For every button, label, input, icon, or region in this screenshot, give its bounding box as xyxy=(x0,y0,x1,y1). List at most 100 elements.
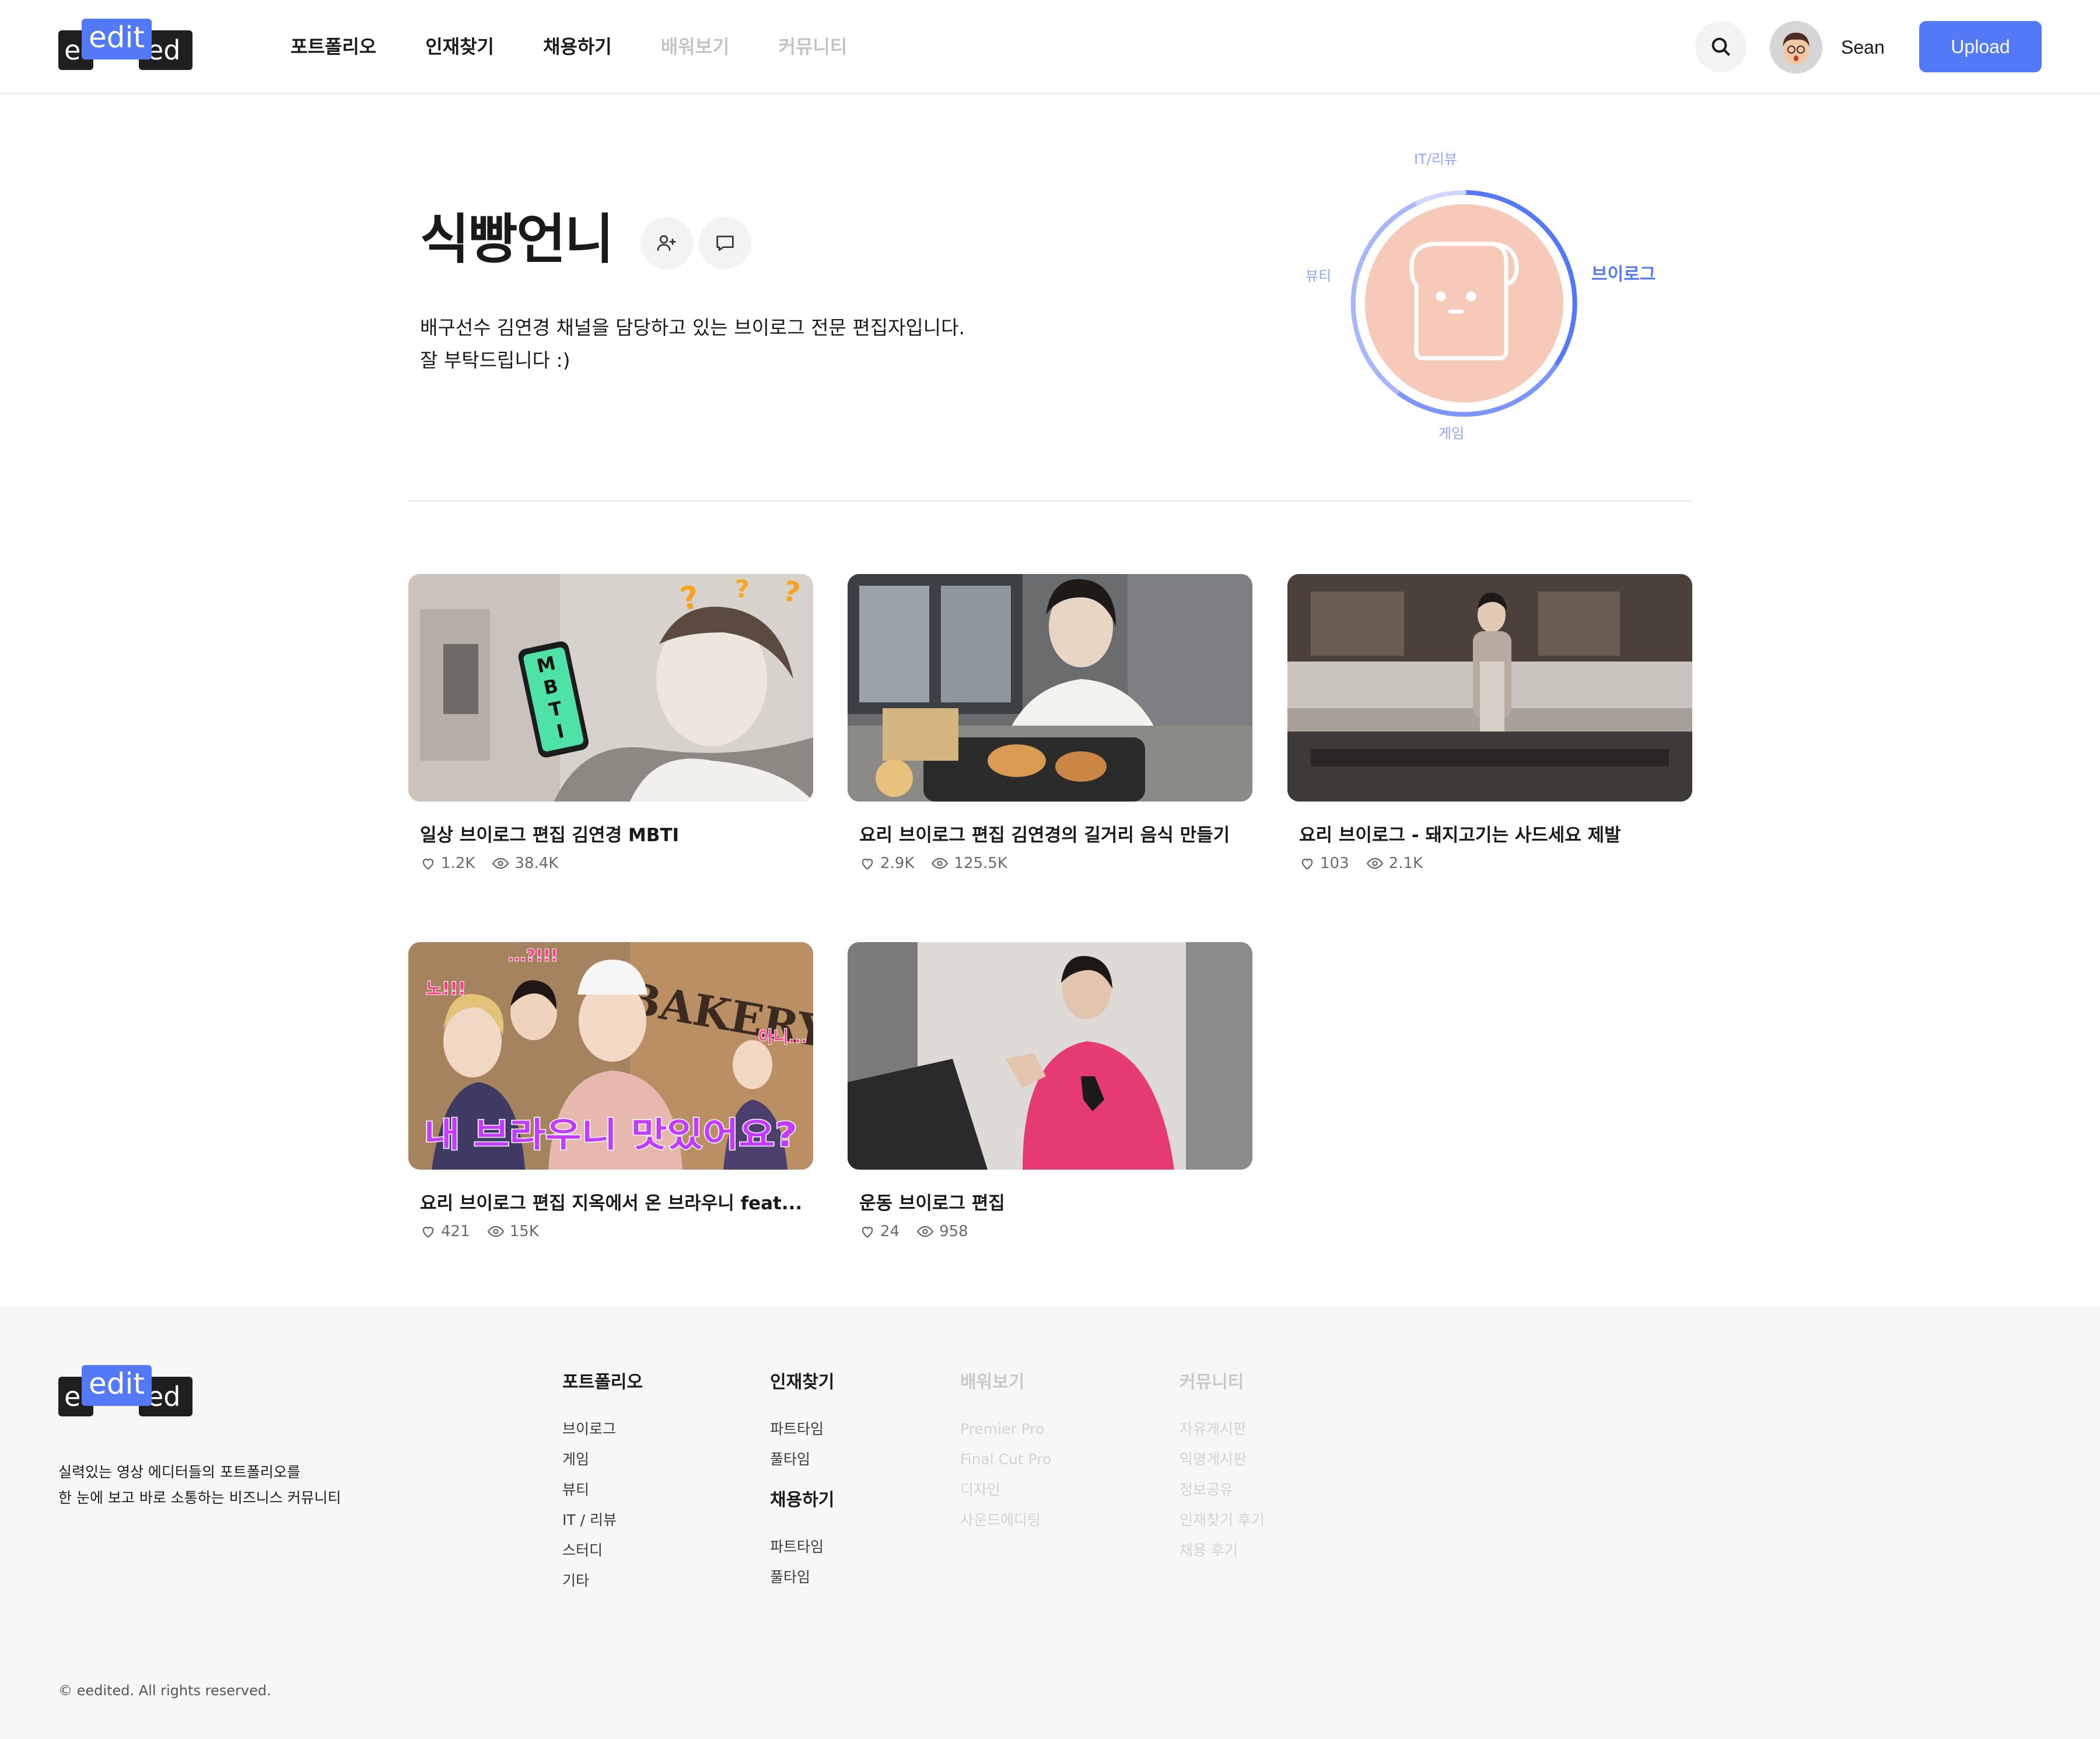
footer-link-hire-review[interactable]: 채용 후기 xyxy=(1180,1535,1265,1566)
video-title[interactable]: 운동 브이로그 편집 xyxy=(848,1191,1252,1216)
section-divider xyxy=(408,501,1693,502)
video-stats: 1.2K 38.4K xyxy=(408,852,813,875)
logo-edit: edit xyxy=(82,1365,152,1406)
category-vlog: 브이로그 xyxy=(1591,264,1656,285)
footer: e ed edit 실력있는 영상 에디터들의 포트폴리오를 한 눈에 보고 바… xyxy=(0,1307,2100,1739)
nav-find-talent[interactable]: 인재찾기 xyxy=(425,33,494,61)
category-game: 게임 xyxy=(1438,425,1465,442)
thumbnail-tag-huh: 아니... xyxy=(758,1027,807,1047)
search-button[interactable] xyxy=(1695,21,1746,72)
tagline-line-1: 실력있는 영상 에디터들의 포트폴리오를 xyxy=(58,1464,300,1481)
video-title[interactable]: 요리 브이로그 편집 지옥에서 온 브라우니 feat... xyxy=(408,1191,813,1216)
svg-text:?: ? xyxy=(735,575,749,603)
heart-icon[interactable] xyxy=(859,855,876,872)
footer-tagline: 실력있는 영상 에디터들의 포트폴리오를 한 눈에 보고 바로 소통하는 비즈니… xyxy=(58,1460,341,1511)
video-card[interactable]: 요리 브이로그 편집 김연경의 길거리 음식 만들기 2.9K 125.5K xyxy=(848,574,1252,875)
footer-link-vlog[interactable]: 브이로그 xyxy=(562,1414,643,1444)
footer-head-hire[interactable]: 채용하기 xyxy=(770,1488,834,1513)
video-thumbnail[interactable] xyxy=(848,574,1252,802)
nav-learn[interactable]: 배워보기 xyxy=(661,33,730,61)
heart-icon[interactable] xyxy=(1299,855,1315,872)
heart-icon[interactable] xyxy=(420,855,436,872)
view-count: 2.1K xyxy=(1388,855,1423,872)
footer-link-talent-parttime[interactable]: 파트타임 xyxy=(770,1414,834,1444)
footer-link-sound[interactable]: 사운드에디팅 xyxy=(960,1505,1051,1535)
view-count: 38.4K xyxy=(514,855,559,872)
category-it-review: IT/리뷰 xyxy=(1414,151,1457,167)
copyright: © eedited. All rights reserved. xyxy=(58,1682,271,1699)
heart-icon[interactable] xyxy=(859,1223,876,1240)
footer-link-etc[interactable]: 기타 xyxy=(562,1566,643,1596)
video-title[interactable]: 일상 브이로그 편집 김연경 MBTI xyxy=(408,823,813,848)
user-avatar[interactable] xyxy=(1770,21,1822,74)
footer-link-beauty[interactable]: 뷰티 xyxy=(562,1475,643,1505)
eye-icon xyxy=(487,1223,505,1240)
footer-link-premier[interactable]: Premier Pro xyxy=(960,1414,1051,1444)
user-name[interactable]: Sean xyxy=(1841,34,1885,61)
category-ring-graphic xyxy=(1350,190,1577,417)
view-count: 15K xyxy=(509,1223,539,1240)
view-count: 125.5K xyxy=(954,855,1007,872)
video-card[interactable]: 운동 브이로그 편집 24 958 xyxy=(848,942,1252,1243)
footer-link-talent-fulltime[interactable]: 풀타임 xyxy=(770,1444,834,1475)
eye-icon xyxy=(916,1223,935,1240)
footer-link-free-board[interactable]: 자유게시판 xyxy=(1180,1414,1265,1444)
thumbnail-tag-no: 노!!! xyxy=(426,979,466,999)
footer-link-info-share[interactable]: 정보공유 xyxy=(1180,1475,1265,1505)
footer-logo[interactable]: e ed edit xyxy=(58,1365,194,1418)
footer-head-talent[interactable]: 인재찾기 xyxy=(770,1370,834,1395)
eye-icon xyxy=(930,855,949,872)
video-card[interactable]: BAKERY 내 브라우니 맛있어요? 노!!! ...?!!! 아니... 요… xyxy=(408,942,813,1243)
like-count: 2.9K xyxy=(880,855,915,872)
footer-link-talent-review[interactable]: 인재찾기 후기 xyxy=(1180,1505,1265,1535)
footer-link-design[interactable]: 디자인 xyxy=(960,1475,1051,1505)
eye-icon xyxy=(1366,855,1384,872)
video-stats: 2.9K 125.5K xyxy=(848,852,1252,875)
footer-link-hire-parttime[interactable]: 파트타임 xyxy=(770,1532,834,1562)
top-header: e ed edit 포트폴리오 인재찾기 채용하기 배워보기 커뮤니티 Sean… xyxy=(0,0,2100,94)
like-count: 24 xyxy=(880,1223,900,1240)
nav-community[interactable]: 커뮤니티 xyxy=(779,33,848,61)
upload-button[interactable]: Upload xyxy=(1919,21,2042,72)
video-thumbnail[interactable] xyxy=(1287,574,1692,802)
footer-head-portfolio[interactable]: 포트폴리오 xyxy=(562,1370,643,1395)
nav-hire[interactable]: 채용하기 xyxy=(543,33,612,61)
footer-link-anon-board[interactable]: 익명게시판 xyxy=(1180,1444,1265,1475)
footer-head-community[interactable]: 커뮤니티 xyxy=(1180,1370,1265,1395)
tagline-line-2: 한 눈에 보고 바로 소통하는 비즈니스 커뮤니티 xyxy=(58,1489,341,1506)
footer-link-it-review[interactable]: IT / 리뷰 xyxy=(562,1505,643,1535)
video-card[interactable]: M B T I ? ? ? 일상 브이로그 편집 김연경 MBTI 1.2K 3… xyxy=(408,574,813,875)
footer-link-study[interactable]: 스터디 xyxy=(562,1535,643,1566)
logo[interactable]: e ed edit xyxy=(58,19,194,71)
video-thumbnail[interactable]: M B T I ? ? ? xyxy=(408,574,813,802)
footer-link-hire-fulltime[interactable]: 풀타임 xyxy=(770,1562,834,1593)
like-count: 421 xyxy=(441,1223,470,1240)
follow-button[interactable] xyxy=(640,217,693,270)
add-user-icon xyxy=(657,235,676,251)
footer-col-talent: 인재찾기 파트타임 풀타임 채용하기 파트타임 풀타임 xyxy=(770,1370,834,1593)
main-nav: 포트폴리오 인재찾기 채용하기 배워보기 커뮤니티 xyxy=(290,33,896,61)
thumbnail-tag-what: ...?!!! xyxy=(508,946,558,965)
heart-icon[interactable] xyxy=(420,1223,436,1240)
profile-name: 식빵언니 xyxy=(420,208,614,271)
footer-col-learn: 배워보기 Premier Pro Final Cut Pro 디자인 사운드에디… xyxy=(960,1370,1051,1535)
footer-link-game[interactable]: 게임 xyxy=(562,1444,643,1475)
video-title[interactable]: 요리 브이로그 - 돼지고기는 사드세요 제발 xyxy=(1287,823,1692,848)
video-card[interactable]: 요리 브이로그 - 돼지고기는 사드세요 제발 103 2.1K xyxy=(1287,574,1692,875)
search-icon xyxy=(1712,37,1730,56)
nav-portfolio[interactable]: 포트폴리오 xyxy=(290,33,376,61)
footer-link-finalcut[interactable]: Final Cut Pro xyxy=(960,1444,1051,1475)
video-stats: 103 2.1K xyxy=(1287,852,1692,875)
footer-col-portfolio: 포트폴리오 브이로그 게임 뷰티 IT / 리뷰 스터디 기타 xyxy=(562,1370,643,1596)
video-thumbnail[interactable]: BAKERY 내 브라우니 맛있어요? 노!!! ...?!!! 아니... xyxy=(408,942,813,1170)
category-beauty: 뷰티 xyxy=(1306,268,1332,284)
message-button[interactable] xyxy=(699,217,751,270)
like-count: 103 xyxy=(1320,855,1349,872)
video-stats: 24 958 xyxy=(848,1220,1252,1243)
thumbnail-caption: 내 브라우니 맛있어요? xyxy=(424,1115,797,1154)
video-thumbnail[interactable] xyxy=(848,942,1252,1170)
bio-line-1: 배구선수 김연경 채널을 담당하고 있는 브이로그 전문 편집자입니다. xyxy=(420,316,965,339)
bio-line-2: 잘 부탁드립니다 :) xyxy=(420,349,570,372)
video-title[interactable]: 요리 브이로그 편집 김연경의 길거리 음식 만들기 xyxy=(848,823,1252,848)
footer-head-learn[interactable]: 배워보기 xyxy=(960,1370,1051,1395)
